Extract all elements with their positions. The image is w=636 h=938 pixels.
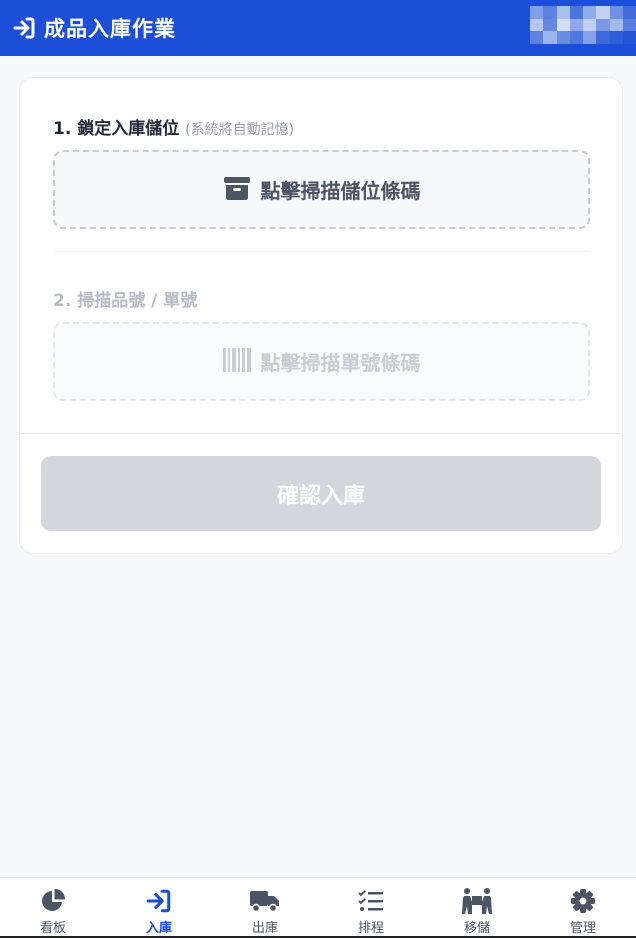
inbound-card: 1. 鎖定入庫儲位 (系統將自動記憶) 點擊掃描儲位條碼 2. 掃描品號 / 單… <box>19 77 623 554</box>
tab-admin[interactable]: 管理 <box>530 878 636 938</box>
confirm-inbound-button[interactable]: 確認入庫 <box>41 456 601 531</box>
people-carry-icon <box>462 887 492 915</box>
truck-icon <box>250 887 280 915</box>
tab-schedule[interactable]: 排程 <box>318 878 424 938</box>
section-divider <box>53 251 590 252</box>
scan-order-label: 點擊掃描單號條碼 <box>260 351 421 375</box>
chart-pie-icon <box>38 887 68 915</box>
scan-location-button[interactable]: 點擊掃描儲位條碼 <box>53 150 590 229</box>
list-check-icon <box>356 887 386 915</box>
login-arrow-icon <box>12 15 38 41</box>
gear-icon <box>568 887 598 915</box>
step-1-label: 1. 鎖定入庫儲位 (系統將自動記憶) <box>53 119 295 139</box>
scan-location-label: 點擊掃描儲位條碼 <box>260 179 421 203</box>
tab-outbound[interactable]: 出庫 <box>212 878 318 938</box>
user-avatar[interactable] <box>530 6 636 44</box>
step-2-label: 2. 掃描品號 / 單號 <box>53 291 198 311</box>
login-arrow-icon <box>144 887 174 915</box>
tab-inbound[interactable]: 入庫 <box>106 878 212 938</box>
page-title: 成品入庫作業 <box>44 17 176 41</box>
bottom-tab-bar: 看板 入庫 出庫 排程 移儲 管理 <box>0 877 636 938</box>
step-1-hint: (系統將自動記憶) <box>185 122 295 138</box>
scan-order-button[interactable]: 點擊掃描單號條碼 <box>53 322 590 401</box>
card-footer-divider <box>20 433 622 434</box>
app-header: 成品入庫作業 <box>0 0 636 56</box>
box-archive-icon <box>223 175 251 205</box>
barcode-icon <box>222 347 251 376</box>
tab-relocate[interactable]: 移儲 <box>424 878 530 938</box>
tab-dashboard[interactable]: 看板 <box>0 878 106 938</box>
